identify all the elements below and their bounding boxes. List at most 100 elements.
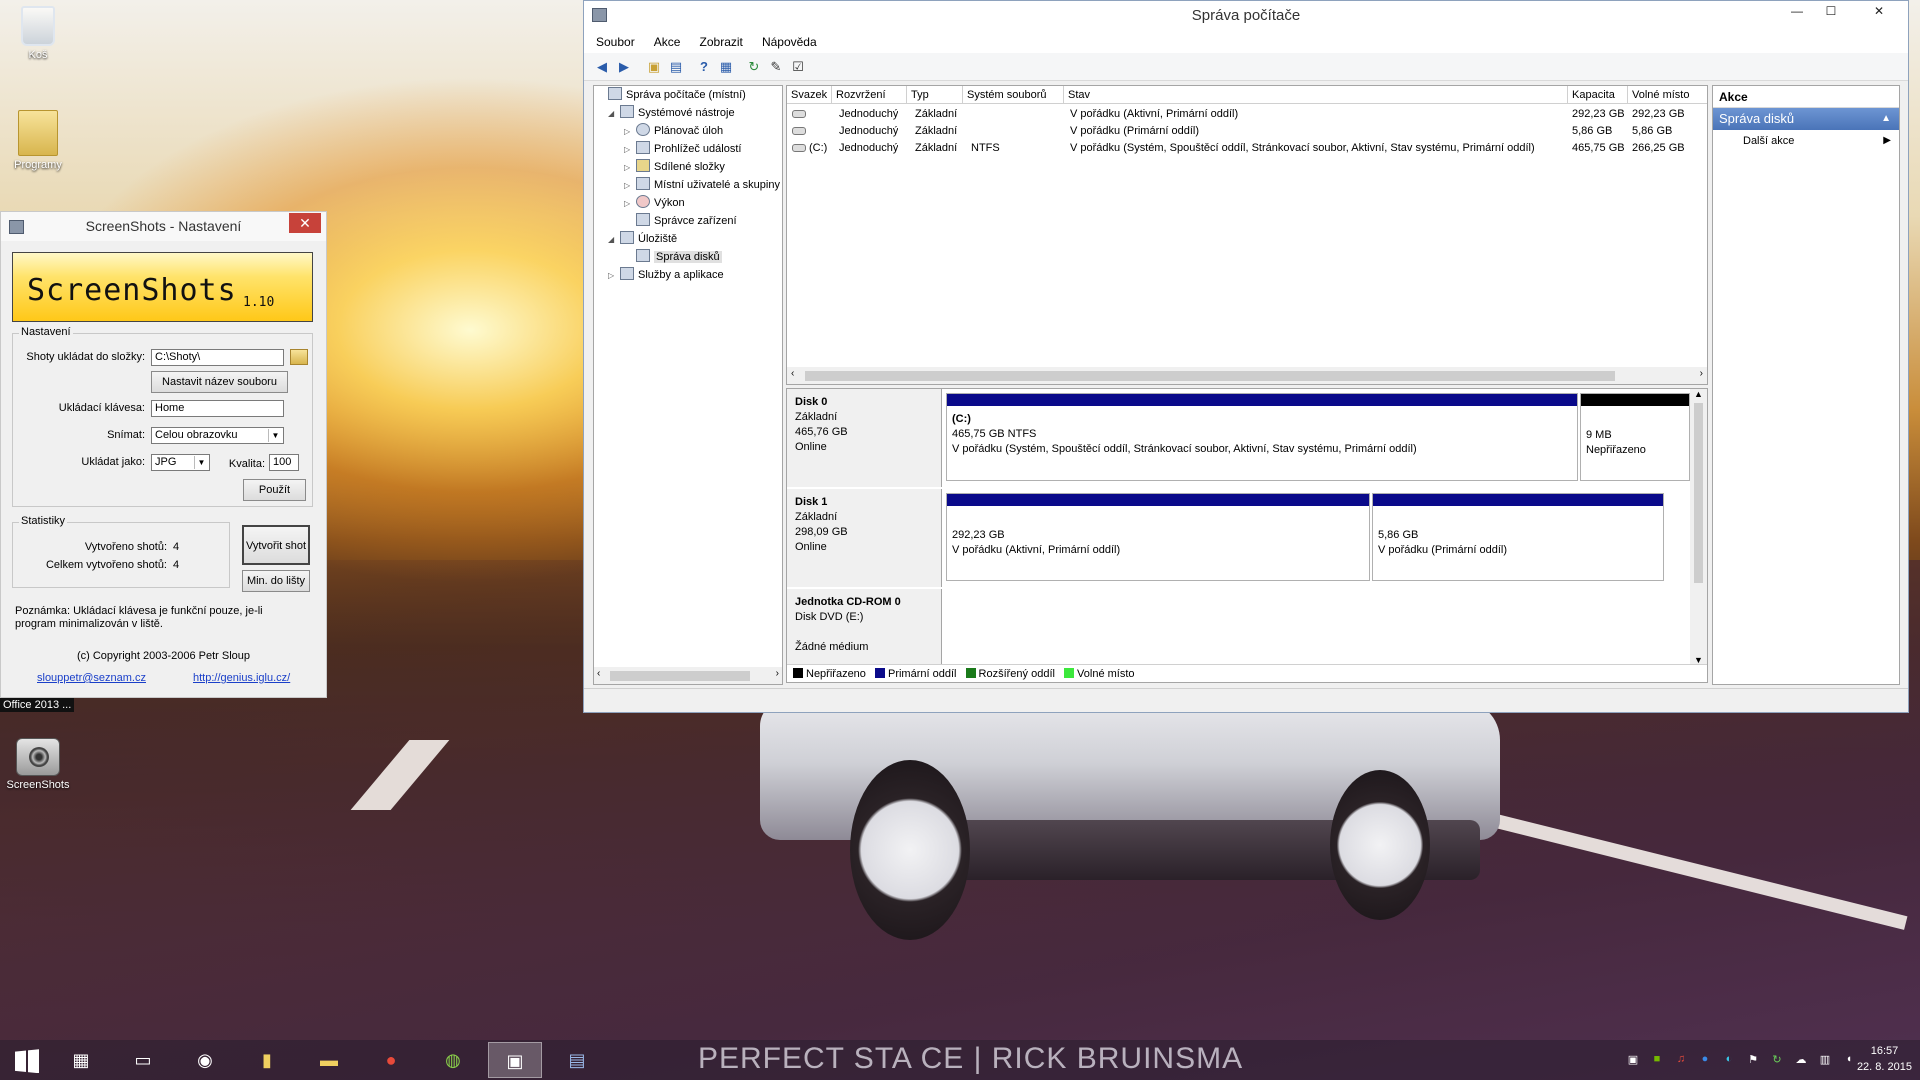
tree-item-disk-management[interactable]: Správa disků [624,248,722,266]
menu-napoveda[interactable]: Nápověda [754,31,825,53]
desktop-icon-office[interactable]: Office 2013 ... [0,698,75,712]
taskbar-app-settings[interactable]: ◉ [178,1042,232,1078]
refresh-icon[interactable]: ↻ [744,57,764,77]
desktop-icon-screenshots[interactable]: ScreenShots [0,738,76,791]
save-as-select[interactable]: JPG ▼ [151,454,210,471]
table-row[interactable]: (C:) Jednoduchý Základní NTFS V pořádku … [787,140,1707,157]
menu-zobrazit[interactable]: Zobrazit [692,31,751,53]
tray-flag-icon[interactable]: ⚑ [1746,1053,1760,1067]
close-button[interactable]: ✕ [1856,1,1902,21]
website-link[interactable]: http://genius.iglu.cz/ [193,672,290,684]
column-header-rozvrzeni[interactable]: Rozvržení [832,86,907,104]
tree-expander[interactable]: ▷ [624,195,636,213]
tree-item-device-manager[interactable]: Správce zařízení [624,212,737,230]
scroll-right-icon[interactable]: › [776,668,779,679]
column-header-kapacita[interactable]: Kapacita [1568,86,1628,104]
taskbar-app-computer-management[interactable]: ▤ [550,1042,604,1078]
set-filename-button[interactable]: Nastavit název souboru [151,371,288,393]
menu-soubor[interactable]: Soubor [588,31,643,53]
tree-expander[interactable]: ▷ [608,267,620,285]
taskbar-app-globe[interactable]: ◍ [426,1042,480,1078]
tree-item-local-users[interactable]: ▷ Místní uživatelé a skupiny [624,176,780,195]
tree-expander[interactable]: ▷ [624,141,636,159]
settings-icon[interactable]: ✎ [766,57,786,77]
minimize-button[interactable]: — [1782,1,1812,21]
taskbar-app-screenshots[interactable]: ▣ [488,1042,542,1078]
up-folder-icon[interactable]: ▣ [644,57,664,77]
disk-pane-vertical-scrollbar[interactable]: ▲ ▼ [1690,389,1707,665]
back-arrow-icon[interactable]: ◀ [592,57,612,77]
help-icon[interactable]: ? [694,57,714,77]
chevron-down-icon[interactable]: ▼ [194,456,208,469]
tray-nvidia-icon[interactable]: ■ [1650,1053,1664,1067]
taskbar-app-explorer[interactable]: ▬ [302,1042,356,1078]
column-header-system-souboru[interactable]: Systém souborů [963,86,1064,104]
column-header-svazek[interactable]: Svazek [787,86,832,104]
collapse-icon[interactable]: ▲ [1881,108,1891,130]
column-header-volne-misto[interactable]: Volné místo [1628,86,1707,104]
chevron-down-icon[interactable]: ▼ [268,429,282,442]
tree-item-task-scheduler[interactable]: ▷ Plánovač úloh [624,122,723,141]
scroll-left-icon[interactable]: ‹ [597,668,600,679]
partition-unallocated[interactable]: 9 MB Nepřiřazeno [1580,393,1690,481]
table-row[interactable]: Jednoduchý Základní V pořádku (Primární … [787,123,1707,140]
menu-akce[interactable]: Akce [646,31,689,53]
tree-item-system-tools[interactable]: ◢ Systémové nástroje [608,104,735,123]
disk-label[interactable]: Disk 0 Základní 465,76 GB Online [787,389,942,487]
tree-expander[interactable]: ◢ [608,105,620,123]
maximize-button[interactable]: ☐ [1816,1,1846,21]
tree-item-storage[interactable]: ◢ Úložiště [608,230,677,249]
taskbar-app-computer[interactable]: ▭ [116,1042,170,1078]
tree-horizontal-scrollbar[interactable]: ‹ › [594,667,782,684]
taskbar-clock[interactable]: 16:57 22. 8. 2015 [1857,1043,1912,1075]
tree-item-performance[interactable]: ▷ Výkon [624,194,685,213]
title-bar[interactable]: ScreenShots - Nastavení ✕ [1,212,326,241]
tray-camera-icon[interactable]: ▣ [1626,1053,1640,1067]
tree-item-event-viewer[interactable]: ▷ Prohlížeč událostí [624,140,741,159]
desktop-icon-programy[interactable]: Programy [0,110,76,171]
tray-bluetooth-icon[interactable]: ● [1698,1053,1712,1067]
partition-primary-1[interactable]: 292,23 GB V pořádku (Aktivní, Primární o… [946,493,1370,581]
tree-expander[interactable]: ▷ [624,123,636,141]
start-button[interactable] [0,1042,54,1078]
volume-list-horizontal-scrollbar[interactable]: ‹ › [787,367,1707,384]
tree-item-computer-management[interactable]: Správa počítače (místní) [596,86,746,104]
tray-update-icon[interactable]: ↻ [1770,1053,1784,1067]
tree-expander[interactable]: ▷ [624,159,636,177]
tree-expander[interactable]: ▷ [624,177,636,195]
taskbar-app-control-panel[interactable]: ▦ [54,1042,108,1078]
disk-label[interactable]: Disk 1 Základní 298,09 GB Online [787,489,942,587]
tray-volume-icon[interactable]: ◖ [1842,1053,1856,1067]
apply-button[interactable]: Použít [243,479,306,501]
column-header-typ[interactable]: Typ [907,86,963,104]
save-folder-input[interactable]: C:\Shoty\ [151,349,284,366]
tray-security-icon[interactable]: ◐ [1722,1053,1736,1067]
properties-icon[interactable]: ▦ [716,57,736,77]
partition-primary-2[interactable]: 5,86 GB V pořádku (Primární oddíl) [1372,493,1664,581]
quality-input[interactable]: 100 [269,454,299,471]
forward-arrow-icon[interactable]: ▶ [614,57,634,77]
actions-more[interactable]: Další akce ▶ [1713,130,1899,152]
capture-select[interactable]: Celou obrazovku ▼ [151,427,284,444]
disk-label[interactable]: Jednotka CD-ROM 0 Disk DVD (E:) Žádné mé… [787,589,942,665]
hotkey-input[interactable]: Home [151,400,284,417]
tree-item-services-apps[interactable]: ▷ Služby a aplikace [608,266,724,285]
column-header-stav[interactable]: Stav [1064,86,1568,104]
scroll-right-icon[interactable]: › [1700,368,1703,379]
close-button[interactable]: ✕ [289,213,321,233]
tray-audio-icon[interactable]: ♫ [1674,1053,1688,1067]
taskbar-app-files[interactable]: ▮ [240,1042,294,1078]
minimize-to-tray-button[interactable]: Min. do lišty [242,570,310,592]
title-bar[interactable]: Správa počítače — ☐ ✕ [584,1,1908,31]
actions-disk-management[interactable]: Správa disků ▲ [1713,108,1899,130]
tray-cloud-icon[interactable]: ☁ [1794,1053,1808,1067]
browse-folder-icon[interactable] [290,349,308,365]
tree-expander[interactable]: ◢ [608,231,620,249]
scroll-left-icon[interactable]: ‹ [791,368,794,379]
partition-c[interactable]: (C:) 465,75 GB NTFS V pořádku (Systém, S… [946,393,1578,481]
tray-network-icon[interactable]: ▥ [1818,1053,1832,1067]
scroll-up-icon[interactable]: ▲ [1694,389,1703,399]
email-link[interactable]: slouppetr@seznam.cz [37,672,146,684]
tree-item-shared-folders[interactable]: ▷ Sdílené složky [624,158,725,177]
table-row[interactable]: Jednoduchý Základní V pořádku (Aktivní, … [787,106,1707,123]
